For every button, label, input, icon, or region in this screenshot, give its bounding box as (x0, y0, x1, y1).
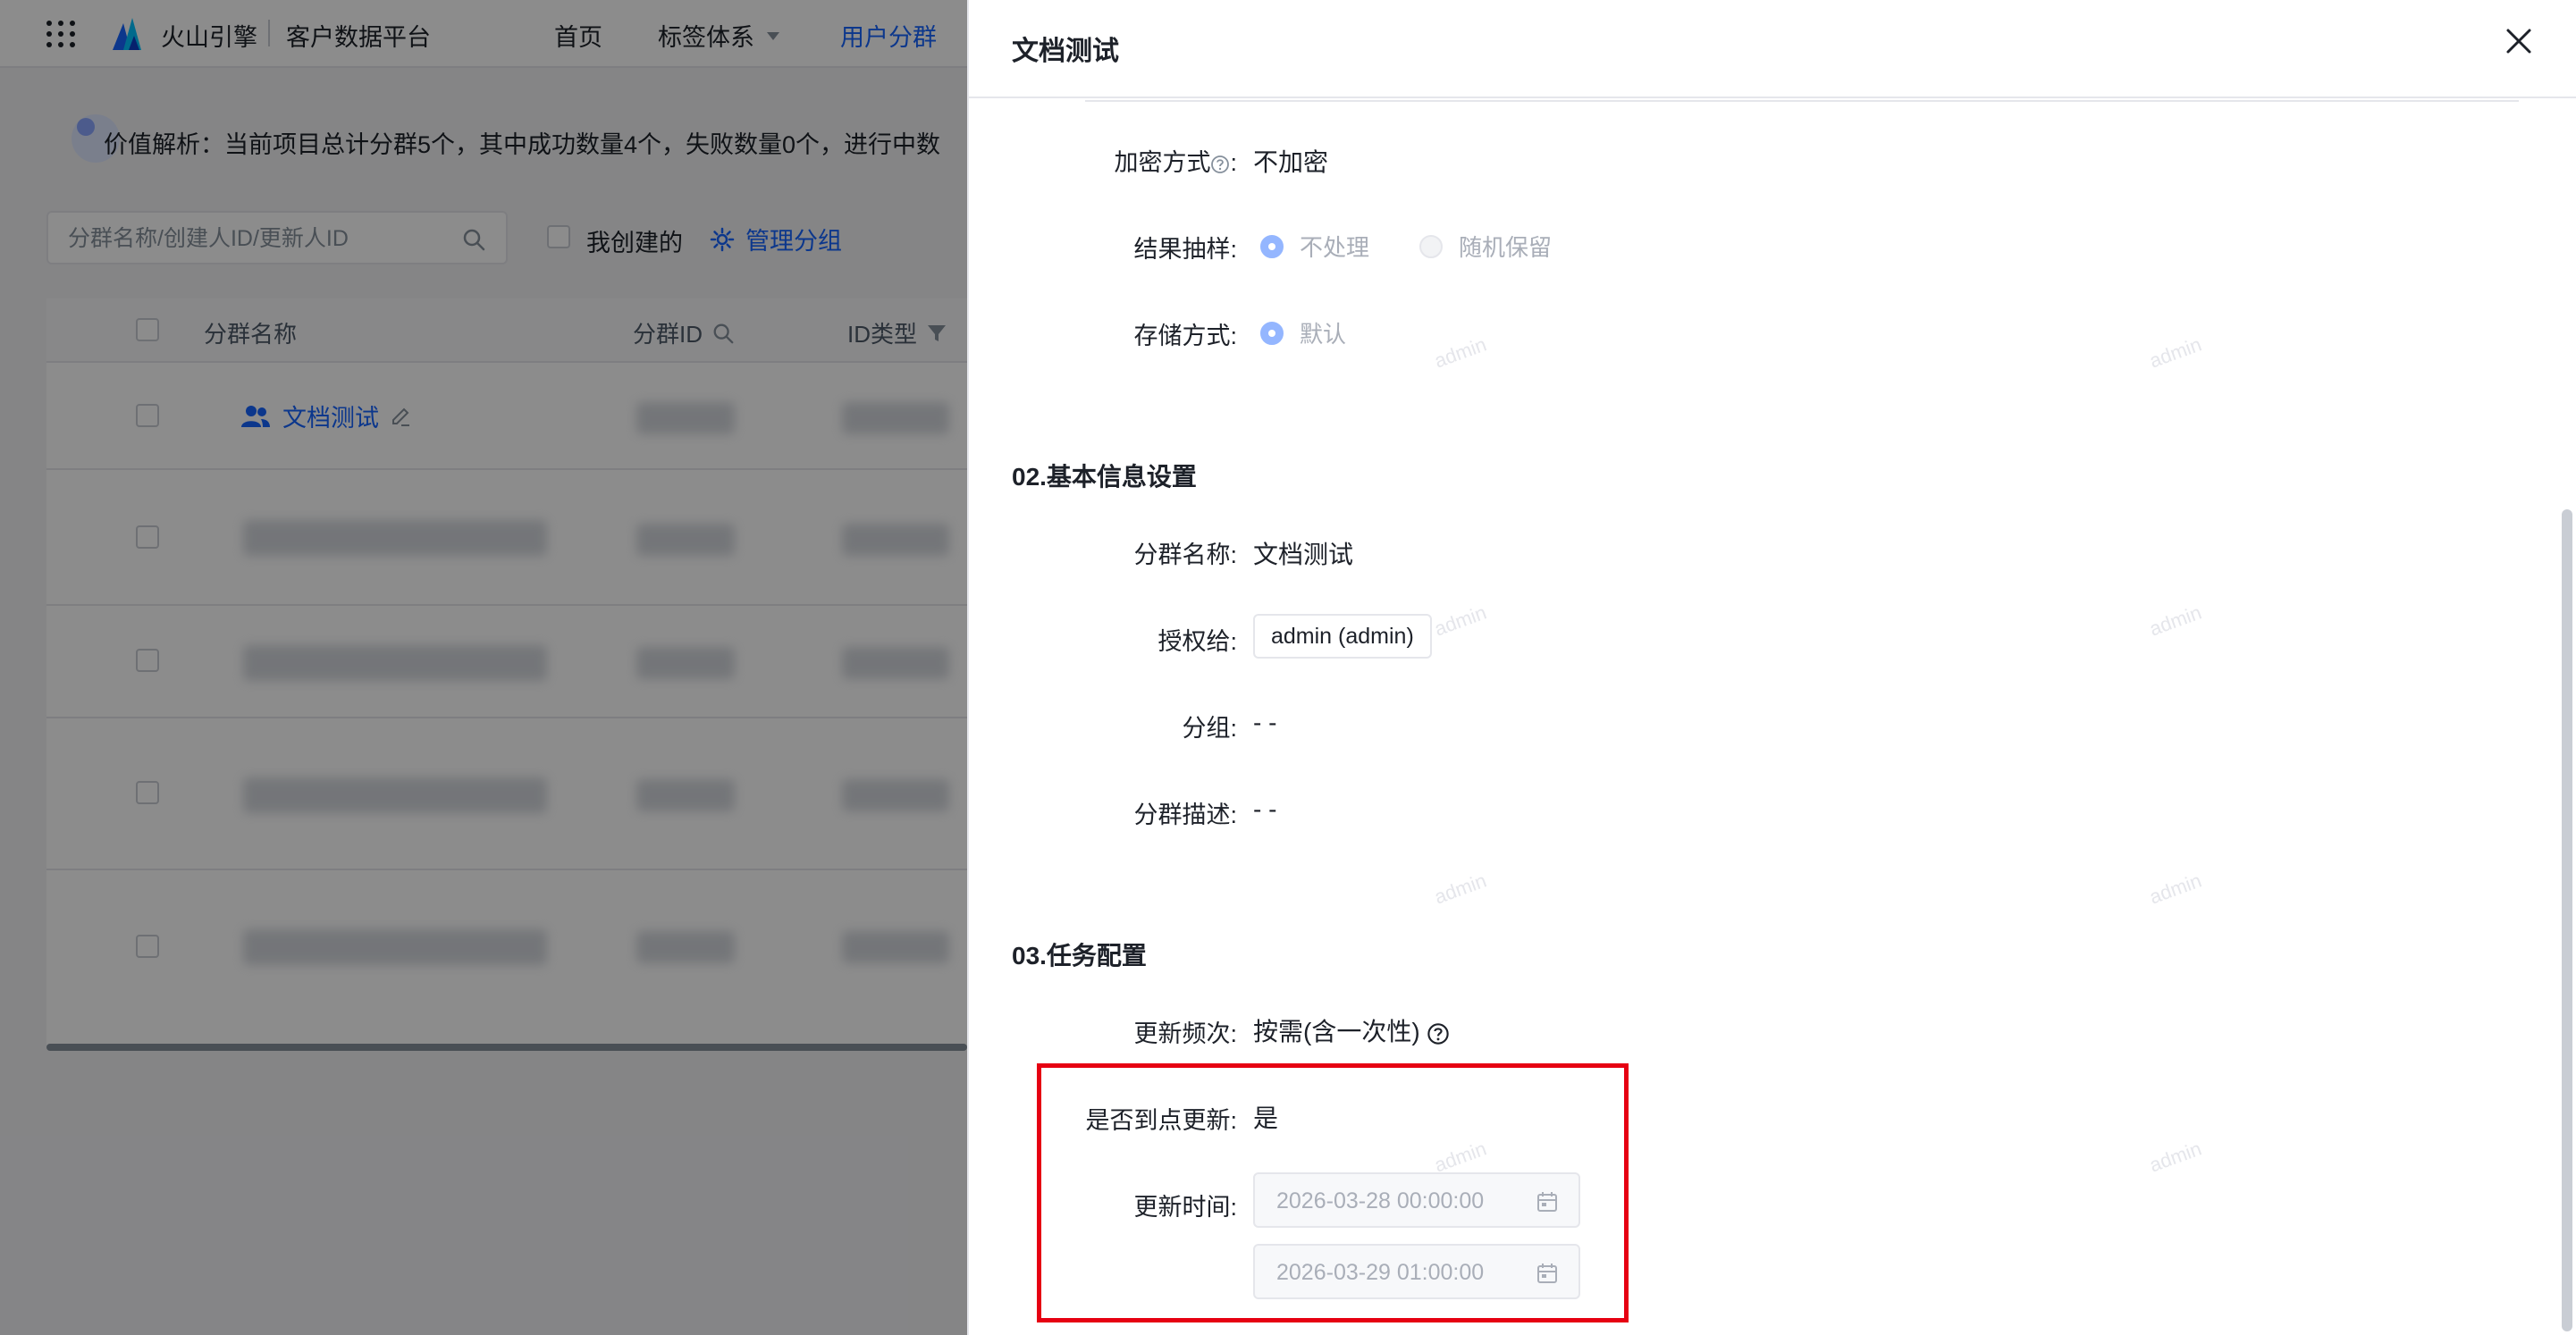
drawer-mask-overlay[interactable] (0, 0, 967, 1335)
grant-label: 授权给: (1158, 628, 1237, 655)
group-value: - - (1253, 709, 1277, 736)
drawer-vertical-scrollbar[interactable] (2562, 509, 2572, 1331)
encryption-label-text: 加密方式 (1114, 149, 1211, 176)
sampling-label: 结果抽样: (1133, 236, 1237, 263)
drawer-title: 文档测试 (1012, 37, 1119, 66)
segment-detail-drawer: 文档测试 admin admin admin admin admin admin… (967, 0, 2576, 1335)
storage-label: 存储方式: (1133, 323, 1237, 349)
group-label: 分组: (1182, 715, 1237, 742)
drawer-header: 文档测试 (969, 0, 2576, 98)
segment-name-value: 文档测试 (1253, 541, 1354, 568)
storage-option-label: 默认 (1300, 321, 1347, 348)
grant-user-tag: admin (admin) (1253, 614, 1432, 659)
segment-name-label: 分群名称: (1133, 542, 1237, 568)
storage-option-default[interactable]: 默认 (1260, 316, 1346, 349)
section-title-task-config: 03.任务配置 (1012, 942, 1147, 970)
sampling-option-random[interactable]: 随机保留 (1419, 230, 1552, 263)
encryption-value: 不加密 (1253, 148, 1329, 176)
watermark: admin (1431, 869, 1490, 909)
question-icon[interactable] (1427, 1022, 1450, 1045)
description-label: 分群描述: (1133, 802, 1237, 828)
question-icon[interactable] (1210, 155, 1230, 174)
sampling-radio-group: 不处理 随机保留 (1260, 230, 1602, 263)
watermark: admin (2146, 1137, 2205, 1177)
watermark: admin (2146, 869, 2205, 909)
encryption-label: 加密方式: (1114, 149, 1237, 176)
radio-checked[interactable] (1260, 234, 1284, 258)
radio-unchecked[interactable] (1419, 234, 1444, 258)
divider (1085, 100, 2519, 102)
update-frequency-label: 更新频次: (1133, 1020, 1237, 1047)
watermark: admin (1431, 332, 1490, 373)
description-value: - - (1253, 795, 1277, 823)
sampling-option-label: 随机保留 (1459, 234, 1553, 261)
sampling-option-label: 不处理 (1300, 234, 1370, 261)
watermark: admin (2146, 600, 2205, 641)
watermark: admin (1431, 600, 1490, 641)
close-icon[interactable] (2503, 25, 2535, 57)
update-frequency-value: 按需(含一次性) (1253, 1012, 1450, 1048)
storage-radio-group: 默认 (1260, 316, 1396, 349)
watermark: admin (2146, 332, 2205, 373)
radio-checked[interactable] (1260, 321, 1284, 345)
drawer-body: admin admin admin admin admin admin admi… (969, 100, 2576, 1335)
update-frequency-text: 按需(含一次性) (1253, 1018, 1420, 1045)
sampling-option-none[interactable]: 不处理 (1260, 230, 1369, 263)
highlight-annotation-box (1037, 1063, 1629, 1322)
section-title-basic-info: 02.基本信息设置 (1012, 463, 1197, 491)
